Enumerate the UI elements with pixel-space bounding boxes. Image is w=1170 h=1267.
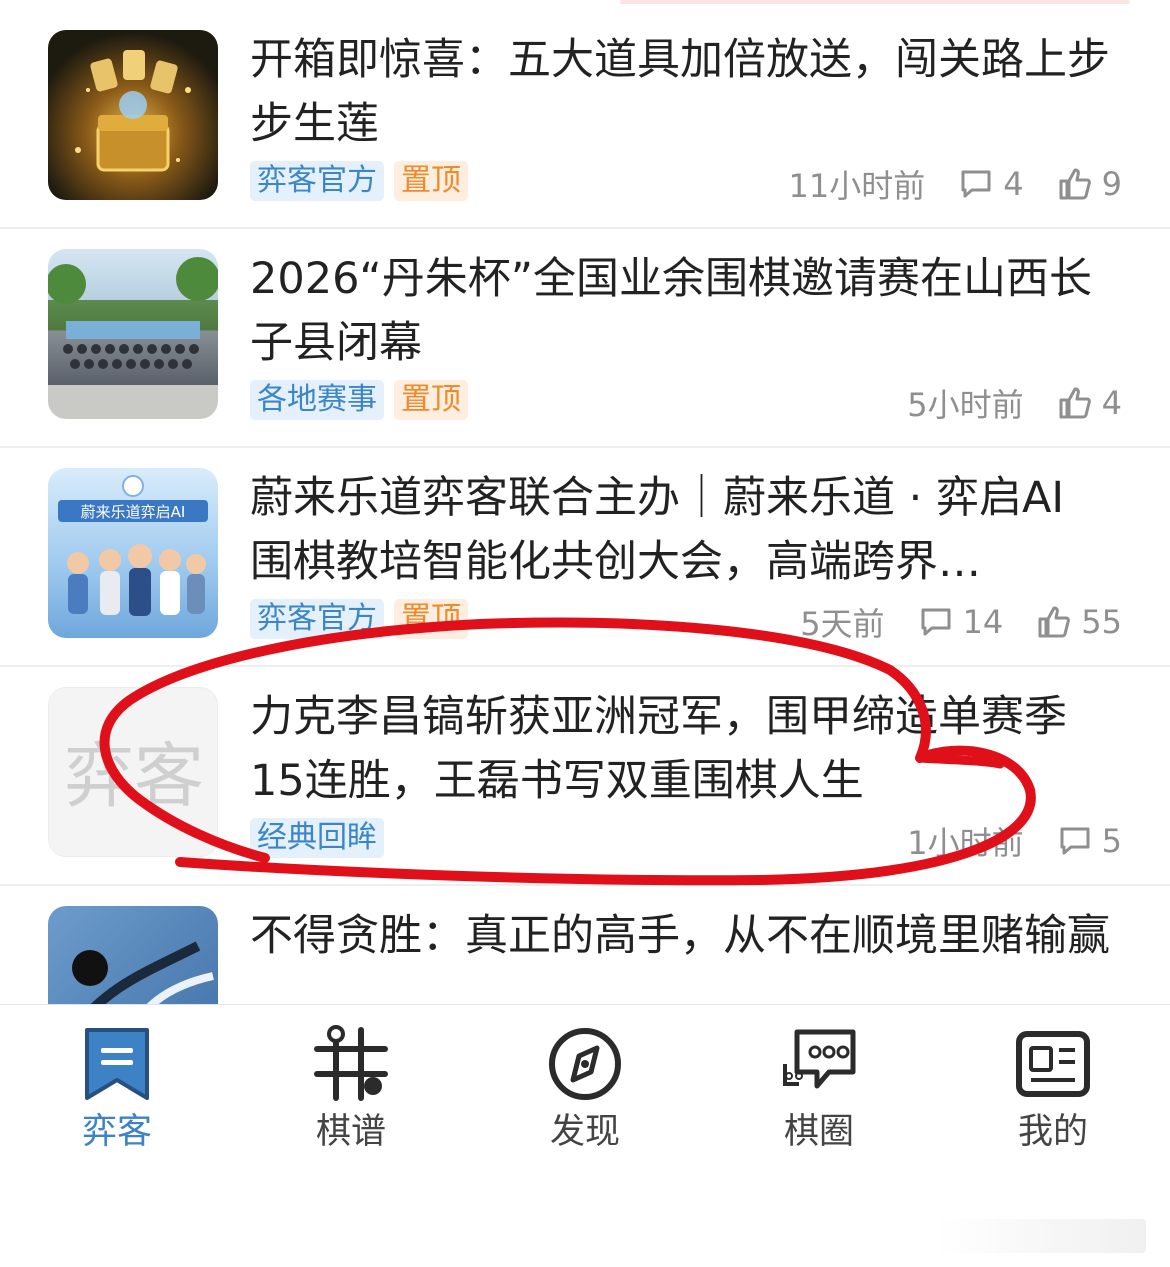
article-thumbnail[interactable]	[48, 906, 218, 1004]
bottom-tab-bar: 弈客 棋谱 发现 棋圈 我的	[0, 1004, 1170, 1267]
comment-count[interactable]: 5	[1058, 822, 1122, 860]
top-banner-edge	[620, 0, 1130, 4]
treasure-chest-image	[75, 50, 191, 172]
article-item[interactable]: 开箱即惊喜：五大道具加倍放送，闯关路上步步生莲 弈客官方 置顶 11小时前 4 …	[0, 8, 1170, 229]
tab-discover[interactable]: 发现	[468, 1019, 702, 1169]
pinned-tag: 置顶	[394, 380, 468, 420]
category-tag[interactable]: 弈客官方	[250, 161, 384, 201]
group-photo-image	[48, 257, 218, 369]
comment-number: 14	[962, 603, 1004, 641]
tab-mine[interactable]: 我的	[936, 1019, 1170, 1169]
like-number: 4	[1101, 384, 1122, 422]
article-title[interactable]: 2026“丹朱杯”全国业余围棋邀请赛在山西长子县闭幕	[250, 247, 1110, 375]
like-number: 9	[1101, 165, 1122, 203]
article-title[interactable]: 不得贪胜：真正的高手，从不在顺境里赌输赢	[250, 904, 1110, 968]
comment-number: 5	[1101, 822, 1122, 860]
tab-yike[interactable]: 弈客	[0, 1019, 234, 1169]
pinned-tag: 置顶	[394, 599, 468, 639]
article-meta: 1小时前 5	[907, 821, 1122, 862]
article-time: 11小时前	[788, 167, 926, 205]
comment-count[interactable]: 14	[919, 603, 1004, 641]
poster-text: 蔚来乐道弈启AI	[81, 503, 186, 521]
pinned-tag: 置顶	[394, 161, 468, 201]
category-tag[interactable]: 各地赛事	[250, 380, 384, 420]
tab-label: 弈客	[81, 1112, 152, 1152]
article-title[interactable]: 力克李昌镐斩获亚洲冠军，围甲缔造单赛季15连胜，王磊书写双重围棋人生	[250, 685, 1110, 813]
go-stones-image	[72, 941, 214, 1004]
article-tags: 弈客官方 置顶	[250, 161, 468, 201]
like-count[interactable]: 4	[1058, 384, 1122, 422]
article-time: 5天前	[800, 605, 885, 643]
article-tags: 各地赛事 置顶	[250, 380, 468, 420]
article-meta: 5小时前 4	[907, 383, 1122, 424]
like-count[interactable]: 9	[1058, 165, 1122, 203]
thumbs-up-icon	[1059, 168, 1091, 200]
compass-icon	[549, 1028, 621, 1100]
thumbs-up-icon	[1038, 606, 1071, 638]
thumbs-up-icon	[1059, 387, 1091, 419]
tab-game-records[interactable]: 棋谱	[234, 1019, 468, 1169]
article-tags: 弈客官方 置顶	[250, 599, 468, 639]
conference-poster-image: 蔚来乐道弈启AI	[58, 475, 208, 616]
go-board-icon	[314, 1025, 388, 1101]
category-tag[interactable]: 弈客官方	[250, 599, 384, 639]
article-thumbnail[interactable]: 蔚来乐道弈启AI	[48, 468, 218, 638]
yike-placeholder-logo: 弈客	[64, 735, 204, 817]
profile-card-icon	[1016, 1031, 1090, 1097]
comment-icon	[1060, 827, 1090, 855]
article-thumbnail[interactable]	[48, 30, 218, 200]
comment-icon	[961, 170, 991, 198]
article-tags: 经典回眸	[250, 818, 384, 858]
article-meta: 5天前 14 55	[800, 602, 1122, 643]
article-thumbnail[interactable]	[48, 249, 218, 419]
comment-icon	[921, 608, 951, 636]
article-title[interactable]: 蔚来乐道弈客联合主办｜蔚来乐道 · 弈启AI 围棋教培智能化共创大会，高端跨界…	[250, 466, 1110, 594]
tab-label: 棋圈	[783, 1112, 854, 1152]
bookmark-icon	[85, 1028, 149, 1100]
chat-bubbles-icon	[783, 1029, 856, 1089]
tab-label: 棋谱	[315, 1112, 386, 1152]
article-item[interactable]: 弈客 力克李昌镐斩获亚洲冠军，围甲缔造单赛季15连胜，王磊书写双重围棋人生 经典…	[0, 665, 1170, 886]
tab-circle[interactable]: 棋圈	[702, 1019, 936, 1169]
article-meta: 11小时前 4 9	[788, 164, 1122, 205]
tab-label: 我的	[1017, 1112, 1088, 1152]
placeholder-logo-text: 弈客	[64, 735, 204, 817]
watermark	[936, 1219, 1146, 1253]
article-time: 1小时前	[907, 824, 1024, 862]
article-item[interactable]: 2026“丹朱杯”全国业余围棋邀请赛在山西长子县闭幕 各地赛事 置顶 5小时前 …	[0, 227, 1170, 448]
like-count[interactable]: 55	[1037, 603, 1122, 641]
article-thumbnail[interactable]: 弈客	[48, 687, 218, 857]
article-item[interactable]: 不得贪胜：真正的高手，从不在顺境里赌输赢	[0, 884, 1170, 1004]
article-title[interactable]: 开箱即惊喜：五大道具加倍放送，闯关路上步步生莲	[250, 28, 1110, 156]
article-feed[interactable]: 开箱即惊喜：五大道具加倍放送，闯关路上步步生莲 弈客官方 置顶 11小时前 4 …	[0, 8, 1170, 1004]
article-item[interactable]: 蔚来乐道弈启AI 蔚来乐道弈客联合主办｜蔚来乐道 · 弈启AI 围棋教培智能化共…	[0, 446, 1170, 667]
article-time: 5小时前	[907, 386, 1024, 424]
tab-label: 发现	[549, 1112, 620, 1152]
comment-count[interactable]: 4	[959, 165, 1024, 203]
category-tag[interactable]: 经典回眸	[250, 818, 384, 858]
comment-number: 4	[1003, 165, 1024, 203]
like-number: 55	[1081, 603, 1122, 641]
